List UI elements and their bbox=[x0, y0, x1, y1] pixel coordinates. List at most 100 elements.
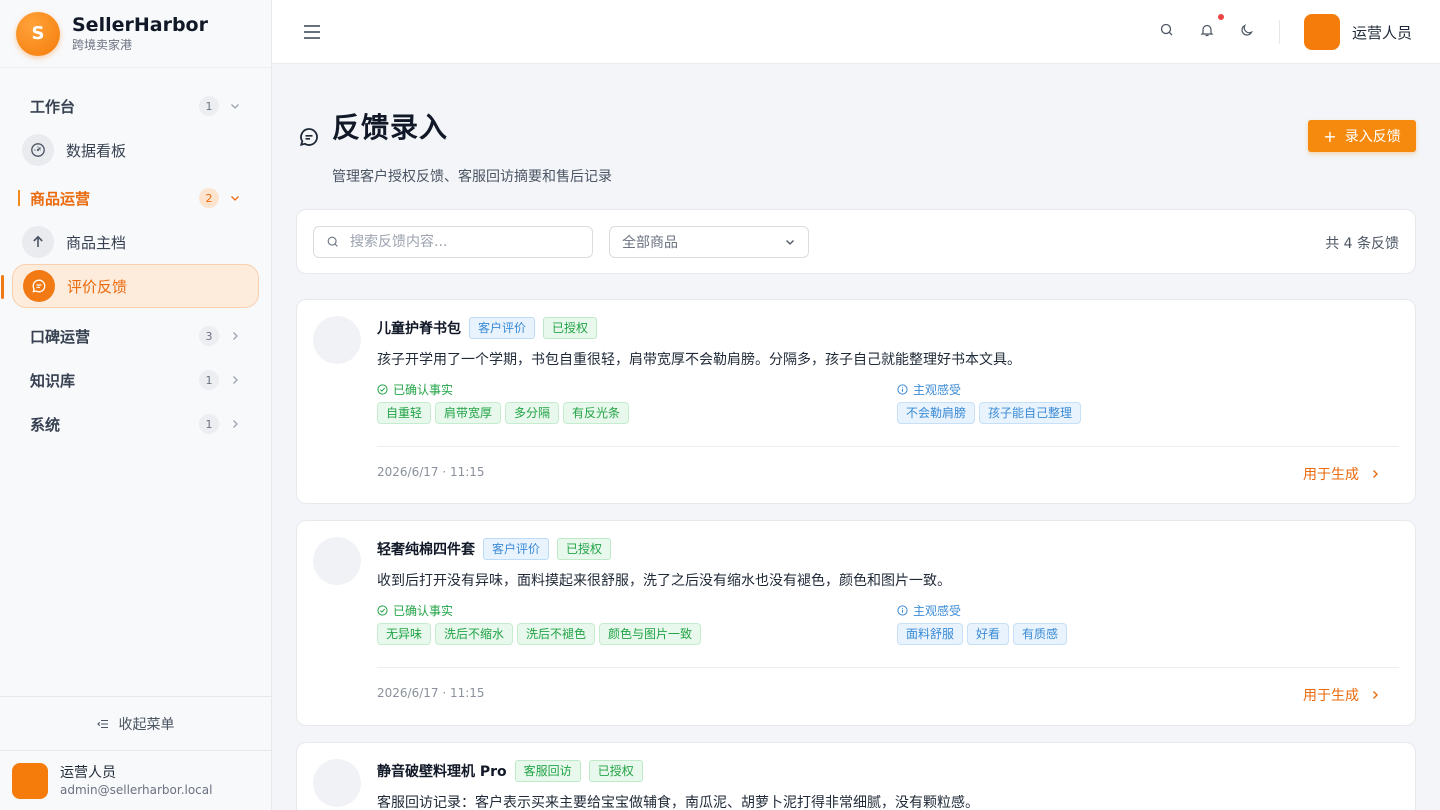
source-tag: 客户评价 bbox=[483, 538, 550, 560]
page-title: 反馈录入 bbox=[332, 111, 449, 144]
brand-logo: S bbox=[16, 11, 60, 56]
fact-chip: 洗后不缩水 bbox=[435, 623, 514, 645]
facts-title: 已确认事实 bbox=[377, 602, 453, 619]
fact-chip: 自重轻 bbox=[377, 402, 432, 424]
feelings-title: 主观感受 bbox=[897, 381, 961, 398]
facts-title: 已确认事实 bbox=[377, 381, 453, 398]
count-badge: 3 bbox=[199, 326, 219, 346]
chevron-right-icon bbox=[1373, 470, 1378, 478]
feeling-chips: 不会勒肩膀 孩子能自己整理 bbox=[897, 402, 1085, 424]
sidebar-item-label: 评价反馈 bbox=[67, 277, 128, 296]
feeling-chip: 好看 bbox=[967, 623, 1010, 645]
search-input[interactable] bbox=[350, 234, 580, 250]
fact-chip: 无异味 bbox=[377, 623, 432, 645]
sidebar-item-label: 商品主档 bbox=[66, 233, 127, 252]
sidebar-group-reputation[interactable]: 口碑运营 3 bbox=[0, 314, 271, 358]
avatar[interactable] bbox=[1304, 14, 1340, 50]
fact-chips: 无异味 洗后不缩水 洗后不褪色 颜色与图片一致 bbox=[377, 623, 705, 645]
brand-subtitle: 跨境卖家港 bbox=[72, 38, 133, 52]
menu-icon[interactable] bbox=[302, 22, 322, 42]
feeling-chip: 有质感 bbox=[1013, 623, 1068, 645]
chevron-right-icon bbox=[233, 376, 238, 384]
product-name: 轻奢纯棉四件套 bbox=[377, 542, 475, 558]
chat-icon bbox=[299, 128, 318, 146]
authorized-tag: 已授权 bbox=[588, 760, 643, 782]
divider bbox=[1279, 20, 1280, 44]
bell-icon[interactable] bbox=[1199, 22, 1215, 38]
feelings-title: 主观感受 bbox=[897, 602, 961, 619]
page-subtitle: 管理客户授权反馈、客服回访摘要和售后记录 bbox=[332, 169, 612, 185]
moon-icon[interactable] bbox=[1239, 22, 1255, 38]
total-count: 共 4 条反馈 bbox=[1325, 236, 1399, 252]
chevron-right-icon bbox=[1373, 691, 1378, 699]
feedback-card: 静音破壁料理机 Pro 客服回访 已授权 客服回访记录：客户表示买来主要给宝宝做… bbox=[296, 742, 1416, 810]
feeling-chips: 面料舒服 好看 有质感 bbox=[897, 623, 1071, 645]
feedback-time: 2026/6/17 · 11:15 bbox=[377, 465, 485, 479]
product-icon bbox=[313, 537, 361, 585]
chevron-down-icon bbox=[786, 240, 794, 245]
search-icon bbox=[327, 236, 338, 247]
product-icon bbox=[313, 316, 361, 364]
chat-icon bbox=[23, 270, 55, 302]
topbar: 运营人员 bbox=[272, 0, 1440, 64]
check-circle-icon bbox=[377, 384, 388, 395]
count-badge: 2 bbox=[199, 188, 219, 208]
authorized-tag: 已授权 bbox=[543, 317, 598, 339]
sidebar-group-workbench[interactable]: 工作台 1 bbox=[0, 84, 271, 128]
fact-chip: 颜色与图片一致 bbox=[599, 623, 702, 645]
notification-dot bbox=[1218, 14, 1224, 20]
info-icon bbox=[897, 605, 908, 616]
plus-icon: + bbox=[1323, 126, 1337, 146]
sidebar-group-label: 工作台 bbox=[30, 97, 76, 116]
sidebar-group-knowledge[interactable]: 知识库 1 bbox=[0, 358, 271, 402]
feedback-time: 2026/6/17 · 11:15 bbox=[377, 686, 485, 700]
feeling-chip: 不会勒肩膀 bbox=[897, 402, 976, 424]
feedback-content: 客服回访记录：客户表示买来主要给宝宝做辅食，南瓜泥、胡萝卜泥打得非常细腻，没有颗… bbox=[377, 795, 979, 810]
sidebar-item-label: 数据看板 bbox=[66, 141, 127, 160]
avatar bbox=[12, 762, 48, 799]
use-for-generation-link[interactable]: 用于生成 bbox=[1303, 685, 1381, 705]
use-link-label: 用于生成 bbox=[1303, 688, 1359, 704]
feeling-chip: 面料舒服 bbox=[897, 623, 964, 645]
sidebar-item-dashboard[interactable]: 数据看板 bbox=[12, 128, 259, 172]
dashboard-icon bbox=[22, 134, 54, 166]
facts-title-label: 已确认事实 bbox=[393, 604, 454, 618]
user-name: 运营人员 bbox=[60, 764, 116, 781]
add-feedback-button[interactable]: + 录入反馈 bbox=[1308, 120, 1416, 152]
collapse-label: 收起菜单 bbox=[118, 716, 175, 733]
sidebar-item-review-feedback[interactable]: 评价反馈 bbox=[1, 264, 259, 308]
chevron-down-icon bbox=[231, 104, 239, 109]
brand[interactable]: S SellerHarbor 跨境卖家港 bbox=[0, 0, 271, 68]
source-tag: 客服回访 bbox=[514, 760, 581, 782]
sidebar-user-card[interactable]: 运营人员 admin@sellerharbor.local bbox=[0, 750, 271, 810]
sidebar-group-label: 口碑运营 bbox=[30, 327, 91, 346]
sidebar-group-label: 系统 bbox=[30, 415, 61, 434]
filter-bar: 全部商品 共 4 条反馈 bbox=[296, 209, 1416, 274]
collapse-menu-button[interactable]: 收起菜单 bbox=[0, 696, 271, 750]
use-for-generation-link[interactable]: 用于生成 bbox=[1303, 464, 1381, 484]
brand-name: SellerHarbor bbox=[72, 14, 208, 36]
source-tag: 客户评价 bbox=[469, 317, 536, 339]
divider bbox=[377, 667, 1399, 668]
divider bbox=[377, 446, 1399, 447]
sidebar-group-product-ops[interactable]: 商品运营 2 bbox=[0, 176, 271, 220]
feedback-content: 孩子开学用了一个学期，书包自重很轻，肩带宽厚不会勒肩膀。分隔多，孩子自己就能整理… bbox=[377, 352, 1021, 368]
product-icon bbox=[313, 759, 361, 807]
use-link-label: 用于生成 bbox=[1303, 467, 1359, 483]
chevron-right-icon bbox=[233, 332, 238, 340]
sidebar-item-product-master[interactable]: 商品主档 bbox=[12, 220, 259, 264]
fact-chip: 洗后不褪色 bbox=[517, 623, 596, 645]
collapse-icon bbox=[96, 719, 108, 728]
user-name[interactable]: 运营人员 bbox=[1352, 22, 1412, 43]
feedback-content: 收到后打开没有异味，面料摸起来很舒服，洗了之后没有缩水也没有褪色，颜色和图片一致… bbox=[377, 573, 951, 589]
info-icon bbox=[897, 384, 908, 395]
sidebar-group-system[interactable]: 系统 1 bbox=[0, 402, 271, 446]
feedback-card: 儿童护脊书包 客户评价 已授权 孩子开学用了一个学期，书包自重很轻，肩带宽厚不会… bbox=[296, 299, 1416, 504]
add-feedback-label: 录入反馈 bbox=[1344, 129, 1401, 145]
search-icon[interactable] bbox=[1159, 22, 1175, 38]
sidebar-nav: 工作台 1 数据看板 商品运营 2 商品主档 评价反馈 口碑运营 3 知识库 1… bbox=[0, 68, 271, 446]
product-name: 静音破壁料理机 Pro bbox=[377, 764, 507, 780]
fact-chip: 肩带宽厚 bbox=[435, 402, 502, 424]
search-box[interactable] bbox=[313, 226, 593, 258]
product-select[interactable]: 全部商品 bbox=[609, 226, 809, 258]
